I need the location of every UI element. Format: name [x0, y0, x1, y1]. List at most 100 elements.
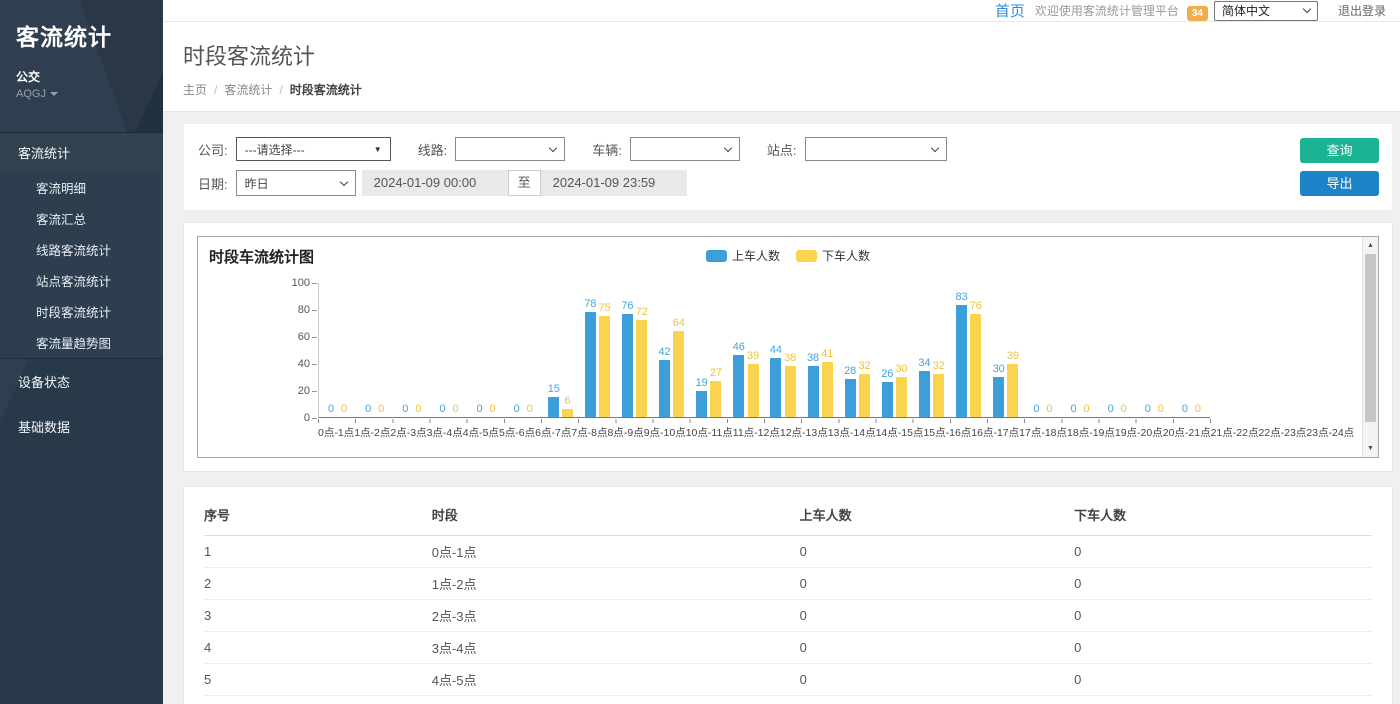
bar-column: 0 — [511, 403, 522, 417]
chevron-down-icon — [724, 143, 732, 151]
date-from-input[interactable]: 2024-01-09 00:00 — [362, 170, 508, 196]
bar-value-label: 0 — [1084, 403, 1090, 415]
table-cell: 0 — [1074, 600, 1372, 632]
sidebar-item-0-2[interactable]: 线路客流统计 — [0, 234, 163, 265]
bar — [808, 366, 819, 417]
table-cell: 2 — [204, 568, 432, 600]
bar — [673, 331, 684, 417]
org-code-dropdown[interactable]: AQGJ — [16, 88, 147, 100]
bar-column: 6 — [562, 395, 573, 417]
bar-group: 7672 — [616, 282, 653, 417]
company-select[interactable]: ---请选择--- ▼ — [236, 137, 391, 161]
scrollbar-thumb[interactable] — [1365, 254, 1376, 422]
bar-value-label: 72 — [636, 306, 648, 318]
sidebar-item-0-0[interactable]: 客流明细 — [0, 172, 163, 203]
table-cell: 0 — [800, 696, 1074, 704]
vertical-scrollbar[interactable]: ▲ ▼ — [1362, 237, 1378, 457]
x-axis-label: 21点-22点 — [1211, 425, 1259, 440]
bar-value-label: 0 — [1182, 403, 1188, 415]
bar-group: 00 — [393, 282, 430, 417]
sidebar-section-header-2[interactable]: 基础数据 — [0, 404, 163, 449]
legend-item-1[interactable]: 下车人数 — [796, 247, 870, 264]
data-table: 序号时段上车人数下车人数 10点-1点0021点-2点0032点-3点0043点… — [204, 491, 1372, 704]
sidebar: 客流统计 公交 AQGJ 客流统计客流明细客流汇总线路客流统计站点客流统计时段客… — [0, 0, 163, 704]
sidebar-item-0-5[interactable]: 客流量趋势图 — [0, 327, 163, 358]
bar-column: 0 — [339, 403, 350, 417]
main-area: 首页 欢迎使用客流统计管理平台 34 简体中文 退出登录 时段客流统计 主页 /… — [163, 0, 1400, 704]
bar-group: 00 — [505, 282, 542, 417]
breadcrumb-item[interactable]: 主页 — [183, 81, 207, 98]
sidebar-item-0-1[interactable]: 客流汇总 — [0, 203, 163, 234]
bar-column: 0 — [1192, 403, 1203, 417]
breadcrumb-item[interactable]: 客流统计 — [224, 81, 272, 98]
bar-column: 32 — [858, 360, 870, 417]
logout-link[interactable]: 退出登录 — [1338, 2, 1386, 19]
scrollbar-up-arrow-icon[interactable]: ▲ — [1363, 238, 1378, 253]
table-cell: 3 — [204, 600, 432, 632]
language-select[interactable]: 简体中文 — [1214, 1, 1318, 21]
sidebar-section-header-0[interactable]: 客流统计 — [0, 133, 163, 172]
table-header-cell: 下车人数 — [1074, 491, 1372, 536]
x-axis-label: 9点-10点 — [644, 425, 686, 440]
station-select[interactable] — [805, 137, 947, 161]
bar-column: 26 — [881, 368, 893, 417]
filter-row-1: 公司: ---请选择--- ▼ 线路: 车辆: 站点: — [198, 137, 1378, 161]
table-cell: 4 — [204, 632, 432, 664]
bar-value-label: 0 — [490, 403, 496, 415]
sidebar-section-header-1[interactable]: 设备状态 — [0, 359, 163, 404]
notification-badge[interactable]: 34 — [1187, 6, 1208, 21]
line-select[interactable] — [455, 137, 565, 161]
query-button[interactable]: 查询 — [1300, 138, 1379, 163]
x-axis-label: 8点-9点 — [608, 425, 644, 440]
table-row: 32点-3点00 — [204, 600, 1372, 632]
table-cell: 0 — [1074, 568, 1372, 600]
bar-group: 00 — [1099, 282, 1136, 417]
line-label: 线路: — [418, 140, 448, 159]
legend-swatch — [706, 250, 727, 262]
home-link[interactable]: 首页 — [995, 0, 1025, 21]
bar-group: 00 — [1136, 282, 1173, 417]
x-axis-label: 11点-12点 — [733, 425, 780, 440]
chart-panel: 时段车流统计图 上车人数下车人数 020406080100 0000000000… — [197, 236, 1379, 458]
x-axis-label: 5点-6点 — [499, 425, 535, 440]
x-axis-label: 3点-4点 — [427, 425, 463, 440]
bar-value-label: 6 — [564, 395, 570, 407]
bar-column: 0 — [1081, 403, 1092, 417]
x-axis-label: 22点-23点 — [1258, 425, 1306, 440]
bar-group: 8376 — [950, 282, 987, 417]
filter-row-2: 日期: 昨日 2024-01-09 00:00 至 2024-01-09 23:… — [198, 170, 1378, 196]
bar-group: 3039 — [987, 282, 1024, 417]
sidebar-logo: 客流统计 公交 AQGJ — [0, 0, 163, 108]
bar-value-label: 39 — [747, 350, 759, 362]
date-range-separator: 至 — [508, 170, 541, 196]
bar-value-label: 76 — [970, 300, 982, 312]
bar — [896, 377, 907, 418]
date-to-input[interactable]: 2024-01-09 23:59 — [541, 170, 687, 196]
table-header-cell: 时段 — [432, 491, 800, 536]
bar — [785, 366, 796, 417]
x-axis-ticks — [318, 419, 1211, 423]
bar-column: 39 — [747, 350, 759, 417]
bar-value-label: 64 — [673, 317, 685, 329]
sidebar-item-0-4[interactable]: 时段客流统计 — [0, 296, 163, 327]
scrollbar-down-arrow-icon[interactable]: ▼ — [1363, 441, 1378, 456]
table-row: 43点-4点00 — [204, 632, 1372, 664]
table-cell: 0 — [1074, 664, 1372, 696]
bar-value-label: 30 — [895, 363, 907, 375]
bar-value-label: 34 — [918, 357, 930, 369]
bar-value-label: 0 — [1158, 403, 1164, 415]
x-axis-label: 1点-2点 — [354, 425, 390, 440]
vehicle-select[interactable] — [630, 137, 740, 161]
date-preset-select[interactable]: 昨日 — [236, 170, 356, 196]
table-header-cell: 序号 — [204, 491, 432, 536]
x-axis-label: 14点-15点 — [876, 425, 924, 440]
bar-column: 0 — [1044, 403, 1055, 417]
sidebar-item-0-3[interactable]: 站点客流统计 — [0, 265, 163, 296]
legend-item-0[interactable]: 上车人数 — [706, 247, 780, 264]
sidebar-menu: 客流统计客流明细客流汇总线路客流统计站点客流统计时段客流统计客流量趋势图设备状态… — [0, 132, 163, 449]
bar-column: 0 — [1068, 403, 1079, 417]
bar-value-label: 0 — [477, 403, 483, 415]
bar-group: 4438 — [765, 282, 802, 417]
y-axis-label: 40 — [280, 358, 310, 370]
export-button[interactable]: 导出 — [1300, 171, 1379, 196]
